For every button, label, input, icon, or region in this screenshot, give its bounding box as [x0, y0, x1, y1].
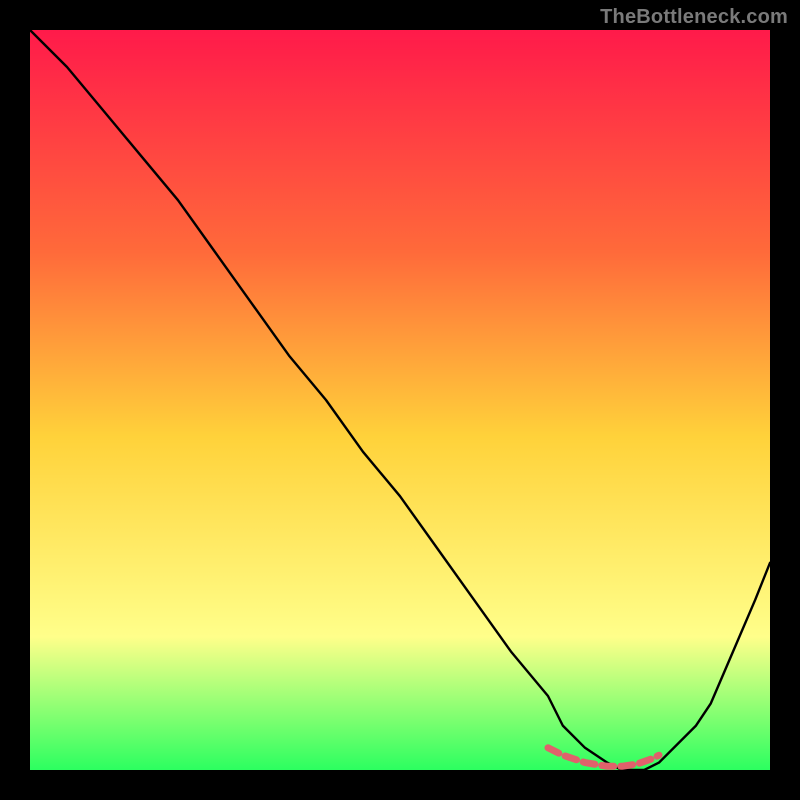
gradient-background: [30, 30, 770, 770]
plot-area: [30, 30, 770, 770]
watermark-text: TheBottleneck.com: [600, 6, 788, 29]
chart-svg: [30, 30, 770, 770]
chart-frame: TheBottleneck.com: [0, 0, 800, 800]
